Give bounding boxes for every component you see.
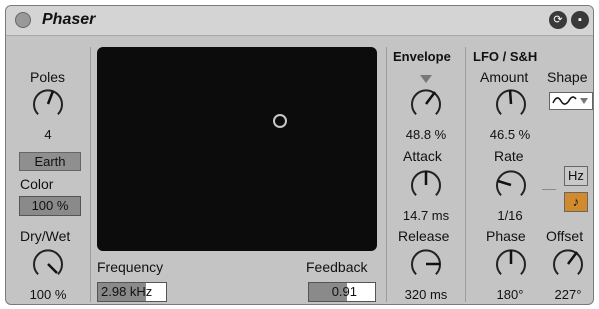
feedback-value: 0.91	[331, 284, 357, 299]
xy-pad[interactable]	[97, 47, 377, 251]
device-title: Phaser	[42, 11, 96, 28]
frequency-value: 2.98 kHz	[101, 284, 153, 299]
rate-knob[interactable]	[493, 167, 529, 203]
attack-label: Attack	[403, 148, 442, 164]
xy-cursor[interactable]	[273, 114, 287, 128]
rate-connector	[542, 189, 556, 190]
envelope-triangle-icon	[420, 75, 432, 83]
divider	[90, 47, 91, 302]
divider	[465, 47, 466, 302]
envelope-amount-knob[interactable]	[408, 86, 444, 122]
poles-knob[interactable]	[30, 86, 66, 122]
attack-value: 14.7 ms	[402, 208, 450, 223]
attack-knob[interactable]	[408, 167, 444, 203]
shape-selector[interactable]	[549, 92, 593, 110]
color-value-field[interactable]: 100 %	[19, 196, 81, 216]
rate-label: Rate	[494, 148, 524, 164]
phaser-device: Phaser ⟳ ▪ Poles 4 Earth Color 100 % Dry…	[5, 5, 594, 305]
drywet-value: 100 %	[29, 287, 67, 302]
poles-label: Poles	[30, 69, 66, 85]
feedback-value-field[interactable]: 0.91	[308, 282, 376, 302]
frequency-label: Frequency	[97, 259, 164, 275]
lfo-amount-value: 46.5 %	[489, 127, 531, 142]
divider	[386, 47, 387, 302]
release-knob[interactable]	[408, 246, 444, 282]
drywet-label: Dry/Wet	[20, 228, 71, 244]
envelope-amount-value: 48.8 %	[405, 127, 447, 142]
phase-knob[interactable]	[493, 246, 529, 282]
lfo-header: LFO / S&H	[473, 49, 538, 64]
hot-swap-icon[interactable]: ⟳	[549, 11, 567, 29]
color-label: Color	[20, 176, 54, 192]
envelope-header: Envelope	[393, 49, 451, 64]
feedback-label: Feedback	[306, 259, 368, 275]
phase-value: 180°	[496, 287, 524, 302]
lfo-amount-knob[interactable]	[493, 86, 529, 122]
frequency-value-field[interactable]: 2.98 kHz	[97, 282, 167, 302]
drywet-knob[interactable]	[30, 246, 66, 282]
hz-button[interactable]: Hz	[564, 166, 588, 186]
release-value: 320 ms	[404, 287, 448, 302]
release-label: Release	[398, 228, 450, 244]
offset-label: Offset	[546, 228, 584, 244]
power-icon[interactable]	[15, 12, 31, 28]
offset-knob[interactable]	[550, 246, 586, 282]
sync-note-button[interactable]: ♪	[564, 192, 588, 212]
save-icon[interactable]: ▪	[571, 11, 589, 29]
earth-button[interactable]: Earth	[19, 152, 81, 171]
offset-value: 227°	[554, 287, 582, 302]
phase-label: Phase	[486, 228, 526, 244]
lfo-amount-label: Amount	[480, 69, 529, 85]
shape-label: Shape	[547, 69, 588, 85]
rate-value: 1/16	[497, 208, 523, 223]
poles-value: 4	[44, 127, 52, 142]
title-bar: Phaser ⟳ ▪	[6, 6, 593, 36]
note-icon: ♪	[572, 194, 580, 209]
